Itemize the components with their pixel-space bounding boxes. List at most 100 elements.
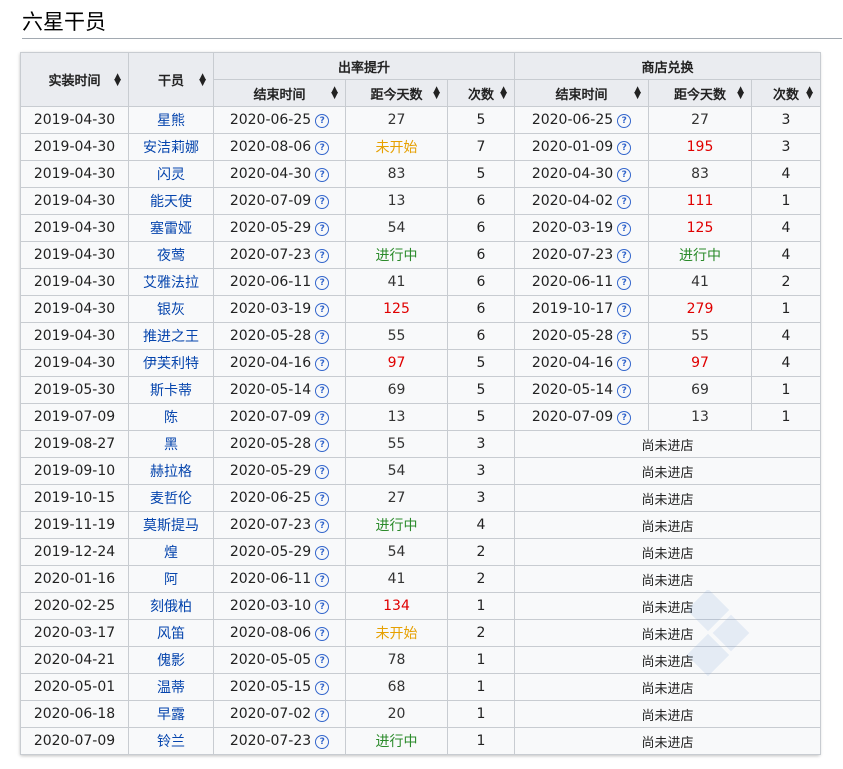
header-rateup-days[interactable]: 距今天数 ▲ ▼ bbox=[345, 79, 448, 107]
question-circle-icon[interactable]: ? bbox=[315, 546, 330, 560]
operator-link[interactable]: 风笛 bbox=[157, 626, 185, 642]
cell-release-time: 2019-04-30 bbox=[20, 106, 129, 134]
operator-link[interactable]: 莫斯提马 bbox=[143, 518, 199, 534]
question-circle-icon[interactable]: ? bbox=[617, 249, 632, 263]
sort-arrows-icon[interactable]: ▲ ▼ bbox=[806, 86, 813, 101]
cell-rateup-end-time: 2020-07-09? bbox=[213, 187, 346, 215]
cell-shop-days: 27 bbox=[648, 106, 752, 134]
header-shop-days[interactable]: 距今天数 ▲ ▼ bbox=[648, 79, 752, 107]
question-circle-icon[interactable]: ? bbox=[315, 708, 330, 722]
sort-arrows-icon[interactable]: ▲ ▼ bbox=[199, 72, 206, 87]
question-circle-icon[interactable]: ? bbox=[315, 411, 330, 425]
operator-link[interactable]: 艾雅法拉 bbox=[143, 275, 199, 291]
question-circle-icon[interactable]: ? bbox=[315, 330, 330, 344]
question-circle-icon[interactable]: ? bbox=[315, 465, 330, 479]
question-circle-icon[interactable]: ? bbox=[315, 141, 330, 155]
operator-link[interactable]: 推进之王 bbox=[143, 329, 199, 345]
question-circle-icon[interactable]: ? bbox=[315, 114, 330, 128]
cell-rateup-days: 97 bbox=[345, 349, 448, 377]
question-circle-icon[interactable]: ? bbox=[315, 357, 330, 371]
question-circle-icon[interactable]: ? bbox=[617, 384, 632, 398]
header-rateup-count[interactable]: 次数 ▲ ▼ bbox=[447, 79, 515, 107]
operator-link[interactable]: 铃兰 bbox=[157, 734, 185, 750]
operator-link[interactable]: 银灰 bbox=[157, 302, 185, 318]
question-circle-icon[interactable]: ? bbox=[315, 681, 330, 695]
cell-rateup-days: 41 bbox=[345, 268, 448, 296]
question-circle-icon[interactable]: ? bbox=[315, 438, 330, 452]
operator-table-container: 实装时间 ▲ ▼ 干员 ▲ ▼ 出率提升 商店兑换 结束时间 ▲ ▼ 距今天数 ▲ ▼ bbox=[20, 52, 821, 755]
question-circle-icon[interactable]: ? bbox=[315, 276, 330, 290]
cell-rateup-end-time-value: 2020-03-10 bbox=[229, 598, 312, 614]
operator-link[interactable]: 温蒂 bbox=[157, 680, 185, 696]
sort-arrows-icon[interactable]: ▲ ▼ bbox=[433, 86, 440, 101]
cell-operator: 煌 bbox=[128, 538, 214, 566]
cell-rateup-count: 5 bbox=[447, 160, 515, 188]
question-circle-icon[interactable]: ? bbox=[315, 519, 330, 533]
question-circle-icon[interactable]: ? bbox=[617, 222, 632, 236]
cell-shop-end-time: 2020-04-30? bbox=[514, 160, 649, 188]
question-circle-icon[interactable]: ? bbox=[315, 735, 330, 749]
sort-arrows-icon[interactable]: ▲ ▼ bbox=[114, 72, 121, 87]
header-shop-end-time[interactable]: 结束时间 ▲ ▼ bbox=[514, 79, 649, 107]
cell-rateup-end-time-value: 2020-08-06 bbox=[229, 139, 312, 155]
sort-arrows-icon[interactable]: ▲ ▼ bbox=[737, 86, 744, 101]
operator-link[interactable]: 刻俄柏 bbox=[150, 599, 192, 615]
operator-link[interactable]: 赫拉格 bbox=[150, 464, 192, 480]
operator-link[interactable]: 能天使 bbox=[150, 194, 192, 210]
cell-not-in-shop: 尚未进店 bbox=[514, 727, 821, 755]
cell-operator: 塞雷娅 bbox=[128, 214, 214, 242]
question-circle-icon[interactable]: ? bbox=[315, 249, 330, 263]
question-circle-icon[interactable]: ? bbox=[315, 573, 330, 587]
cell-rateup-days: 54 bbox=[345, 214, 448, 242]
question-circle-icon[interactable]: ? bbox=[315, 195, 330, 209]
question-circle-icon[interactable]: ? bbox=[617, 303, 632, 317]
operator-link[interactable]: 夜莺 bbox=[157, 248, 185, 264]
cell-shop-end-time: 2020-07-09? bbox=[514, 403, 649, 431]
operator-link[interactable]: 傀影 bbox=[157, 653, 185, 669]
cell-rateup-end-time-value: 2020-06-25 bbox=[229, 490, 312, 506]
question-circle-icon[interactable]: ? bbox=[315, 384, 330, 398]
header-operator[interactable]: 干员 ▲ ▼ bbox=[128, 52, 214, 107]
cell-release-time: 2019-04-30 bbox=[20, 268, 129, 296]
operator-link[interactable]: 麦哲伦 bbox=[150, 491, 192, 507]
operator-link[interactable]: 煌 bbox=[164, 545, 178, 561]
question-circle-icon[interactable]: ? bbox=[617, 168, 632, 182]
cell-rateup-end-time: 2020-07-23? bbox=[213, 727, 346, 755]
operator-link[interactable]: 塞雷娅 bbox=[150, 221, 192, 237]
cell-rateup-count: 1 bbox=[447, 646, 515, 674]
question-circle-icon[interactable]: ? bbox=[617, 195, 632, 209]
question-circle-icon[interactable]: ? bbox=[315, 627, 330, 641]
question-circle-icon[interactable]: ? bbox=[617, 141, 632, 155]
operator-link[interactable]: 陈 bbox=[164, 410, 178, 426]
cell-shop-end-time: 2020-07-23? bbox=[514, 241, 649, 269]
question-circle-icon[interactable]: ? bbox=[315, 222, 330, 236]
operator-link[interactable]: 伊芙利特 bbox=[143, 356, 199, 372]
operator-link[interactable]: 早露 bbox=[157, 707, 185, 723]
question-circle-icon[interactable]: ? bbox=[617, 114, 632, 128]
question-circle-icon[interactable]: ? bbox=[315, 600, 330, 614]
sort-arrows-icon[interactable]: ▲ ▼ bbox=[331, 86, 338, 101]
operator-link[interactable]: 闪灵 bbox=[157, 167, 185, 183]
header-rateup-end-time[interactable]: 结束时间 ▲ ▼ bbox=[213, 79, 346, 107]
sort-arrows-icon[interactable]: ▲ ▼ bbox=[500, 86, 507, 101]
operator-link[interactable]: 安洁莉娜 bbox=[143, 140, 199, 156]
question-circle-icon[interactable]: ? bbox=[617, 330, 632, 344]
operator-link[interactable]: 阿 bbox=[164, 572, 178, 588]
header-release-time[interactable]: 实装时间 ▲ ▼ bbox=[20, 52, 129, 107]
question-circle-icon[interactable]: ? bbox=[315, 492, 330, 506]
cell-rateup-count: 6 bbox=[447, 268, 515, 296]
question-circle-icon[interactable]: ? bbox=[315, 303, 330, 317]
header-shop-count[interactable]: 次数 ▲ ▼ bbox=[751, 79, 821, 107]
operator-link[interactable]: 黑 bbox=[164, 437, 178, 453]
question-circle-icon[interactable]: ? bbox=[617, 276, 632, 290]
question-circle-icon[interactable]: ? bbox=[617, 411, 632, 425]
operator-link[interactable]: 斯卡蒂 bbox=[150, 383, 192, 399]
question-circle-icon[interactable]: ? bbox=[617, 357, 632, 371]
cell-not-in-shop: 尚未进店 bbox=[514, 646, 821, 674]
operator-link[interactable]: 星熊 bbox=[157, 113, 185, 129]
sort-arrows-icon[interactable]: ▲ ▼ bbox=[634, 86, 641, 101]
question-circle-icon[interactable]: ? bbox=[315, 168, 330, 182]
question-circle-icon[interactable]: ? bbox=[315, 654, 330, 668]
cell-rateup-days: 未开始 bbox=[345, 619, 448, 647]
cell-rateup-end-time: 2020-07-02? bbox=[213, 700, 346, 728]
